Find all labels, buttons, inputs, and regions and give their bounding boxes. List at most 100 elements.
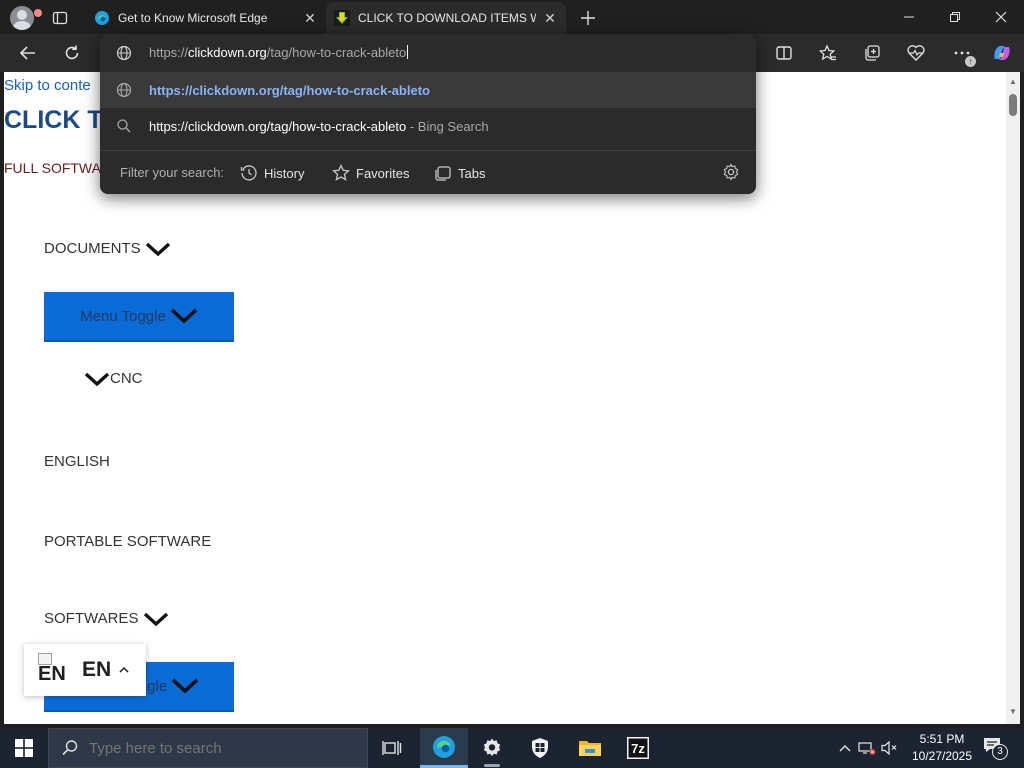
tab-title: CLICK TO DOWNLOAD ITEMS WH — [358, 11, 536, 25]
language-switcher[interactable]: EN EN — [24, 644, 146, 696]
site-tagline: FULL SOFTWA — [4, 160, 101, 176]
menu-item-english[interactable]: ENGLISH — [44, 453, 110, 470]
update-badge-icon: ↑ — [965, 56, 976, 67]
notification-center-button[interactable]: 3 — [980, 734, 1010, 762]
windows-logo-icon — [15, 739, 33, 757]
refresh-button[interactable] — [56, 37, 88, 69]
address-bar-dropdown: https://clickdown.org/tag/how-to-crack-a… — [100, 34, 756, 194]
scrollbar-thumb[interactable] — [1009, 94, 1017, 116]
taskbar-search[interactable] — [48, 728, 368, 768]
url-host: clickdown.org — [188, 45, 267, 60]
close-icon — [995, 11, 1007, 23]
filter-history-button[interactable]: History — [240, 161, 304, 185]
taskbar-clock[interactable]: 5:51 PM 10/27/2025 — [906, 731, 978, 765]
filter-label-history: History — [264, 165, 305, 181]
tab-actions-button[interactable] — [48, 6, 72, 30]
close-window-button[interactable] — [978, 0, 1024, 34]
new-tab-button[interactable] — [574, 4, 602, 32]
menu-item-portable-software[interactable]: PORTABLE SOFTWARE — [44, 533, 211, 550]
windows-security-icon — [532, 738, 548, 758]
search-icon — [117, 119, 131, 133]
chevron-up-icon — [839, 745, 851, 752]
scroll-up-arrow-icon[interactable]: ▲ — [1009, 78, 1017, 86]
profile-button[interactable] — [8, 4, 42, 32]
favorites-button[interactable] — [812, 37, 844, 69]
vertical-scrollbar[interactable]: ▲ ▼ — [1006, 72, 1020, 724]
chevron-down-icon — [171, 678, 199, 694]
network-status-button[interactable] — [856, 728, 878, 768]
menu-item-label: CNC — [110, 370, 143, 387]
file-explorer-icon — [579, 741, 601, 756]
scroll-down-arrow-icon[interactable]: ▼ — [1009, 708, 1017, 716]
restore-button[interactable] — [932, 0, 978, 34]
clock-date: 10/27/2025 — [911, 749, 973, 763]
language-code: EN — [82, 658, 112, 681]
windows-security-taskbar-button[interactable] — [516, 728, 564, 768]
split-screen-button[interactable] — [768, 37, 800, 69]
profile-notification-dot — [34, 9, 42, 17]
menu-toggle-label: Menu Toggle — [80, 307, 166, 325]
search-icon — [62, 740, 78, 756]
minimize-button[interactable] — [886, 0, 932, 34]
star-icon — [332, 164, 350, 181]
refresh-icon — [65, 45, 79, 60]
7zip-icon: 7z — [627, 737, 649, 759]
suggestion-query: https://clickdown.org/tag/how-to-crack-a… — [149, 118, 407, 134]
edge-icon — [95, 11, 109, 25]
menu-item-documents[interactable]: DOCUMENTS — [44, 240, 171, 257]
browser-essentials-button[interactable] — [900, 37, 932, 69]
url-path: /tag/how-to-crack-ableto — [266, 45, 407, 60]
7zip-taskbar-button[interactable]: 7z — [614, 728, 662, 768]
gear-icon[interactable] — [722, 163, 740, 181]
suggestion-bing-search[interactable]: https://clickdown.org/tag/how-to-crack-a… — [100, 108, 756, 144]
running-indicator — [484, 764, 500, 767]
address-bar[interactable]: https://clickdown.org/tag/how-to-crack-a… — [100, 34, 756, 72]
minimize-icon — [904, 16, 914, 18]
menu-toggle-button[interactable]: Menu Toggle — [44, 292, 234, 342]
copilot-button[interactable] — [986, 37, 1018, 69]
chevron-down-icon — [84, 372, 110, 386]
windows-taskbar: 7z 5:51 PM 10/27/2025 3 — [0, 728, 1024, 768]
close-tab-icon[interactable]: ✕ — [542, 10, 558, 26]
globe-icon — [116, 45, 132, 61]
filter-favorites-button[interactable]: Favorites — [332, 161, 409, 185]
menu-item-cnc[interactable]: CNC — [84, 370, 143, 387]
filter-label-tabs: Tabs — [458, 165, 486, 181]
address-text[interactable]: https://clickdown.org/tag/how-to-crack-a… — [149, 45, 409, 60]
menu-item-softwares[interactable]: SOFTWARES — [44, 610, 169, 627]
settings-and-more-button[interactable]: ↑ — [946, 37, 978, 69]
start-button[interactable] — [0, 728, 48, 768]
suggestion-url[interactable]: https://clickdown.org/tag/how-to-crack-a… — [100, 72, 756, 108]
collections-button[interactable] — [856, 37, 888, 69]
skip-to-content-link[interactable]: Skip to conte — [4, 77, 91, 94]
suggestion-text: https://clickdown.org/tag/how-to-crack-a… — [149, 82, 430, 98]
show-hidden-icons-button[interactable] — [834, 728, 856, 768]
tab-click-to-download[interactable]: CLICK TO DOWNLOAD ITEMS WH ✕ — [326, 2, 566, 34]
task-view-button[interactable] — [368, 728, 416, 768]
tab-get-to-know-edge[interactable]: Get to Know Microsoft Edge ✕ — [86, 2, 326, 34]
speaker-muted-icon — [881, 740, 897, 756]
settings-gear-icon — [483, 738, 501, 757]
system-tray — [834, 728, 900, 768]
back-arrow-icon — [19, 46, 35, 60]
back-button[interactable] — [12, 37, 44, 69]
close-tab-icon[interactable]: ✕ — [302, 10, 318, 26]
plus-icon — [581, 11, 595, 25]
suggestion-suffix: - Bing Search — [406, 118, 489, 134]
filter-tabs-button[interactable]: Tabs — [434, 161, 485, 185]
collections-icon — [865, 45, 880, 61]
copilot-icon — [994, 46, 1010, 60]
tabs-icon — [435, 166, 451, 181]
7zip-label: 7z — [631, 741, 645, 756]
flag-alt-text: EN — [38, 663, 66, 685]
file-explorer-taskbar-button[interactable] — [566, 728, 614, 768]
history-icon — [240, 165, 257, 181]
volume-button[interactable] — [878, 728, 900, 768]
filter-label-favorites: Favorites — [356, 165, 410, 181]
edge-taskbar-button[interactable] — [420, 728, 468, 768]
settings-taskbar-button[interactable] — [468, 728, 516, 768]
chevron-up-icon — [119, 666, 129, 673]
url-scheme: https:// — [149, 45, 189, 60]
globe-icon — [116, 82, 132, 98]
taskbar-search-input[interactable] — [89, 739, 349, 757]
